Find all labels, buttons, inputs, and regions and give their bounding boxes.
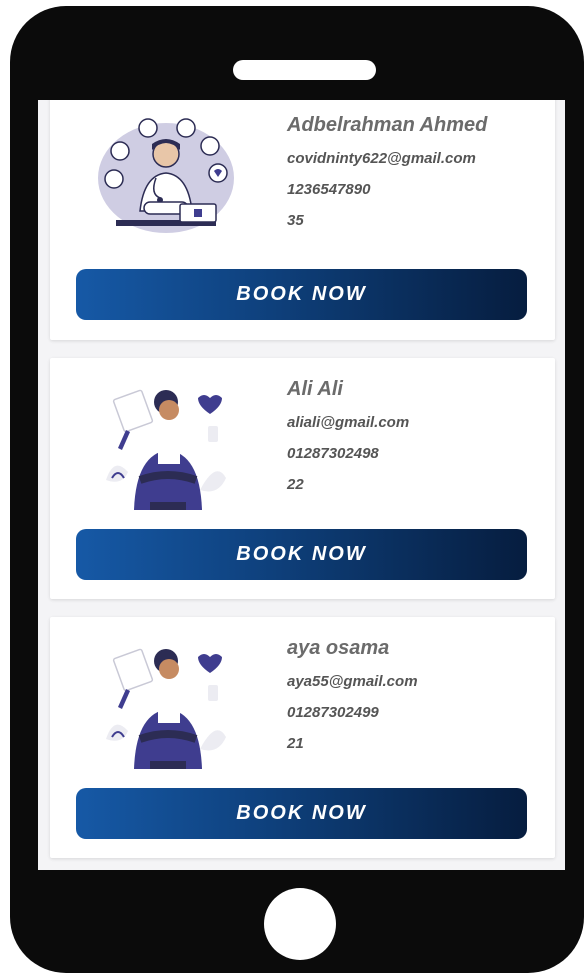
phone-speaker [233, 60, 376, 80]
doctor-email: aliali@gmail.com [287, 414, 410, 431]
doctor-email: covidninty622@gmail.com [287, 150, 476, 167]
doctor-phone: 1236547890 [287, 181, 371, 198]
doctor-card: Ali Ali aliali@gmail.com 01287302498 22 … [50, 358, 555, 599]
book-now-button[interactable]: BOOK NOW [76, 529, 527, 580]
doctor-age: 21 [287, 735, 304, 752]
doctor-age: 22 [287, 476, 304, 493]
doctor-info: Adbelrahman Ahmed covidninty622@gmail.co… [287, 112, 545, 242]
book-now-button[interactable]: BOOK NOW [76, 269, 527, 320]
phone-home-button[interactable] [264, 888, 336, 960]
doctor-phone: 01287302499 [287, 704, 379, 721]
doctor-info: aya osama aya55@gmail.com 01287302499 21 [287, 635, 545, 765]
doctor-name: aya osama [287, 637, 390, 659]
doctor-phone: 01287302498 [287, 445, 379, 462]
doctor-name: Ali Ali [287, 378, 343, 400]
female-doctor-illustration-icon [106, 389, 226, 510]
doctor-email: aya55@gmail.com [287, 673, 418, 690]
book-now-button[interactable]: BOOK NOW [76, 788, 527, 839]
doctor-info: Ali Ali aliali@gmail.com 01287302498 22 [287, 376, 545, 506]
female-doctor-illustration-icon [106, 648, 226, 769]
doctor-list-screen[interactable]: Adbelrahman Ahmed covidninty622@gmail.co… [38, 100, 565, 870]
doctor-age: 35 [287, 212, 304, 229]
doctor-card: aya osama aya55@gmail.com 01287302499 21… [50, 617, 555, 858]
male-doctor-illustration-icon [98, 118, 234, 233]
doctor-card: Adbelrahman Ahmed covidninty622@gmail.co… [50, 100, 555, 340]
phone-frame: Adbelrahman Ahmed covidninty622@gmail.co… [10, 6, 584, 973]
doctor-name: Adbelrahman Ahmed [287, 114, 488, 136]
